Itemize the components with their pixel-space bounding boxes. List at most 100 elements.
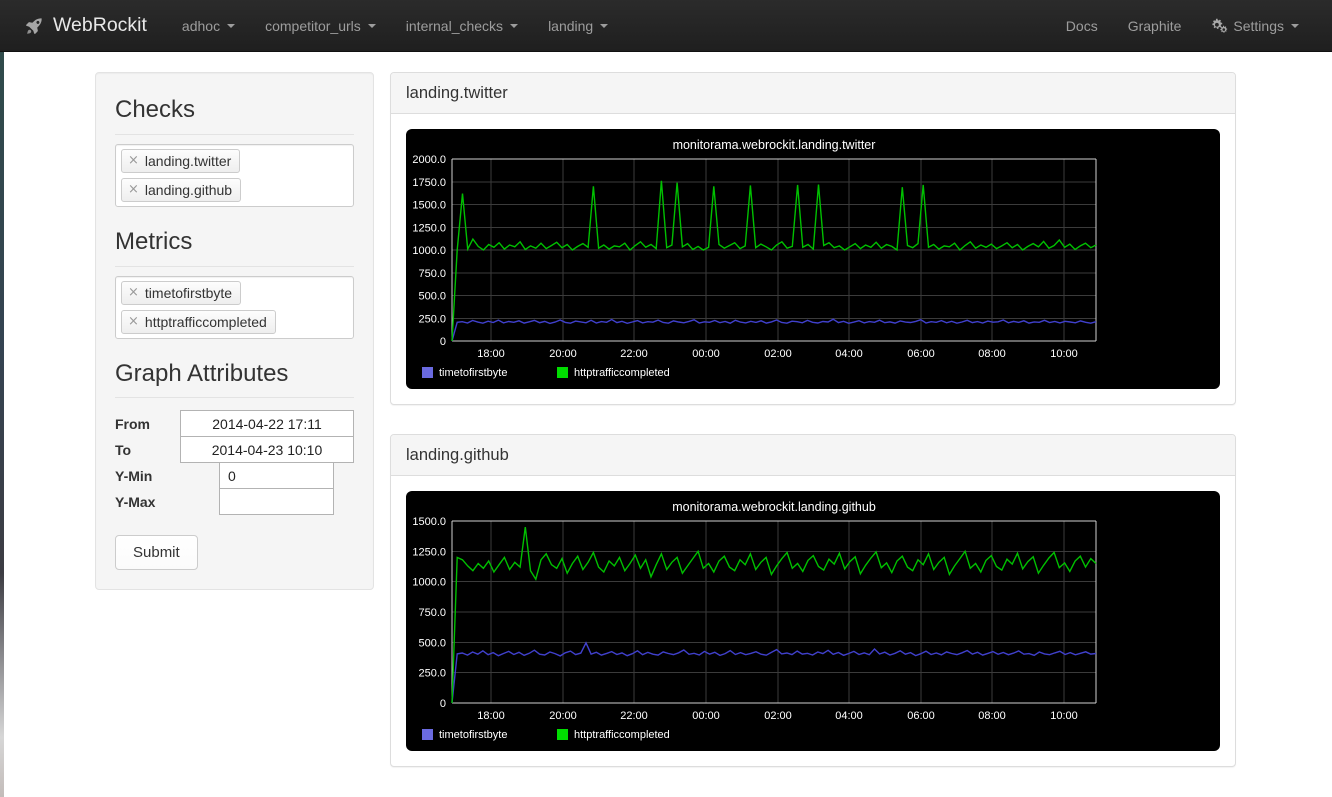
graph-panel-github: landing.github monitorama.webrockit.land… [390, 434, 1236, 768]
svg-text:1750.0: 1750.0 [412, 177, 446, 189]
remove-token-icon[interactable]: × [128, 286, 139, 299]
check-token[interactable]: × landing.github [121, 177, 242, 202]
svg-text:500.0: 500.0 [418, 291, 446, 303]
svg-text:timetofirstbyte: timetofirstbyte [439, 729, 507, 741]
panel-title: landing.twitter [406, 84, 508, 102]
svg-text:1000.0: 1000.0 [412, 245, 446, 257]
to-label: To [115, 441, 132, 458]
from-input[interactable] [180, 410, 354, 438]
ymin-label: Y-Min [115, 467, 153, 484]
brand-logo[interactable]: WebRockit [18, 14, 161, 37]
panel-body: monitorama.webrockit.landing.twitter 0 250… [391, 114, 1235, 404]
svg-text:2000.0: 2000.0 [412, 154, 446, 166]
svg-text:0: 0 [440, 336, 446, 348]
svg-text:1500.0: 1500.0 [412, 516, 446, 528]
svg-text:750.0: 750.0 [418, 607, 446, 619]
chevron-down-icon [1291, 23, 1299, 28]
svg-text:22:00: 22:00 [620, 710, 648, 722]
nav-item-settings[interactable]: Settings [1196, 0, 1314, 52]
graphite-graph-twitter[interactable]: monitorama.webrockit.landing.twitter 0 250… [406, 129, 1220, 390]
panel-title: landing.github [406, 446, 509, 465]
form-row-ymax: Y-Max [115, 488, 354, 516]
svg-text:22:00: 22:00 [620, 348, 648, 360]
panel-heading: landing.github [391, 435, 1235, 477]
svg-text:1500.0: 1500.0 [412, 200, 446, 212]
rocket-icon [24, 16, 44, 36]
token-label: httptrafficcompleted [144, 313, 267, 330]
page-container: Checks × landing.twitter × landing.githu… [0, 52, 1332, 796]
svg-text:10:00: 10:00 [1050, 348, 1078, 360]
metric-token[interactable]: × timetofirstbyte [121, 280, 242, 305]
nav-item-competitor-urls[interactable]: competitor_urls [250, 0, 391, 52]
to-input[interactable] [180, 436, 354, 464]
svg-text:1000.0: 1000.0 [412, 577, 446, 589]
nav-item-label: landing [548, 17, 594, 34]
form-row-ymin: Y-Min [115, 462, 354, 490]
ymax-input[interactable] [219, 488, 334, 516]
nav-item-label: adhoc [181, 17, 221, 34]
svg-text:monitorama.webrockit.landing.t: monitorama.webrockit.landing.twitter [673, 138, 876, 152]
nav-item-landing[interactable]: landing [533, 0, 623, 52]
nav-item-label: Docs [1065, 17, 1098, 34]
nav-item-graphite[interactable]: Graphite [1113, 0, 1197, 52]
check-token[interactable]: × landing.twitter [121, 148, 241, 173]
chevron-down-icon [227, 23, 236, 28]
submit-button[interactable]: Submit [115, 535, 198, 571]
nav-item-label: Settings [1233, 17, 1284, 34]
from-label: From [115, 415, 150, 432]
svg-text:18:00: 18:00 [477, 710, 505, 722]
metrics-heading: Metrics [115, 228, 354, 267]
nav-item-internal-checks[interactable]: internal_checks [391, 0, 533, 52]
panel-heading: landing.twitter [391, 73, 1235, 115]
graphite-graph-github[interactable]: monitorama.webrockit.landing.github 0 250.… [406, 491, 1220, 752]
metrics-tokenfield[interactable]: × timetofirstbyte × httptrafficcompleted [115, 275, 354, 339]
svg-text:18:00: 18:00 [477, 348, 505, 360]
svg-text:timetofirstbyte: timetofirstbyte [439, 367, 507, 379]
chevron-down-icon [367, 23, 376, 28]
svg-text:20:00: 20:00 [549, 710, 577, 722]
sidebar-column: Checks × landing.twitter × landing.githu… [0, 72, 390, 591]
token-label: landing.twitter [144, 152, 232, 169]
controls-panel: Checks × landing.twitter × landing.githu… [95, 72, 374, 591]
metric-token[interactable]: × httptrafficcompleted [121, 309, 276, 334]
svg-text:04:00: 04:00 [835, 348, 863, 360]
top-navbar: WebRockit adhoc competitor_urls internal… [0, 0, 1332, 52]
svg-text:1250.0: 1250.0 [412, 222, 446, 234]
ymax-label: Y-Max [115, 493, 156, 510]
remove-token-icon[interactable]: × [128, 315, 139, 328]
chevron-down-icon [510, 23, 519, 28]
svg-text:06:00: 06:00 [907, 348, 935, 360]
gears-icon [1211, 18, 1228, 33]
svg-text:04:00: 04:00 [835, 710, 863, 722]
svg-text:1250.0: 1250.0 [412, 547, 446, 559]
svg-text:02:00: 02:00 [764, 348, 792, 360]
svg-text:250.0: 250.0 [418, 668, 446, 680]
ymin-input[interactable] [219, 462, 334, 490]
checks-heading: Checks [115, 96, 354, 135]
token-label: landing.github [144, 181, 233, 198]
brand-label: WebRockit [53, 14, 147, 36]
nav-item-docs[interactable]: Docs [1051, 0, 1113, 52]
svg-text:httptrafficcompleted: httptrafficcompleted [574, 367, 670, 379]
checks-tokenfield[interactable]: × landing.twitter × landing.github [115, 143, 354, 207]
nav-item-label: Graphite [1127, 17, 1182, 34]
svg-text:500.0: 500.0 [418, 638, 446, 650]
navbar-right-links: Docs Graphite Settings [1051, 0, 1314, 51]
svg-text:20:00: 20:00 [549, 348, 577, 360]
svg-text:00:00: 00:00 [692, 348, 720, 360]
nav-item-label: internal_checks [405, 17, 504, 34]
svg-text:httptrafficcompleted: httptrafficcompleted [574, 729, 670, 741]
svg-text:250.0: 250.0 [418, 313, 446, 325]
svg-text:06:00: 06:00 [907, 710, 935, 722]
svg-text:08:00: 08:00 [978, 710, 1006, 722]
remove-token-icon[interactable]: × [128, 183, 139, 196]
svg-text:0: 0 [440, 698, 446, 710]
nav-item-label: competitor_urls [265, 17, 361, 34]
svg-text:10:00: 10:00 [1050, 710, 1078, 722]
nav-item-adhoc[interactable]: adhoc [167, 0, 250, 52]
form-row-to: To [115, 436, 354, 464]
remove-token-icon[interactable]: × [128, 154, 139, 167]
form-row-from: From [115, 410, 354, 438]
chevron-down-icon [600, 23, 609, 28]
svg-text:00:00: 00:00 [692, 710, 720, 722]
